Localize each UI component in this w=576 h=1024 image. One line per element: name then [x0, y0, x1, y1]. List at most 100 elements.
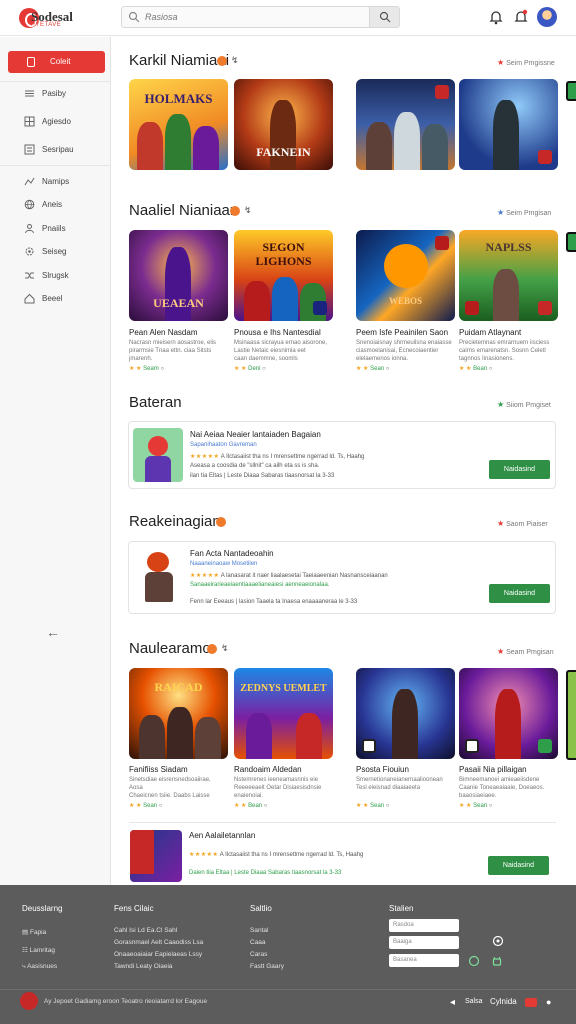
scroll-next-button[interactable] — [566, 232, 576, 252]
tile-title: RAICAD — [154, 680, 203, 694]
sidebar-item-label: Seiseg — [42, 247, 67, 256]
game-tile-3[interactable] — [356, 79, 455, 170]
install-button[interactable]: Naidasind — [489, 584, 550, 603]
sidebar-item-4[interactable]: Aneis — [0, 195, 110, 215]
game-tile-9[interactable]: RAICAD — [129, 668, 228, 759]
footer-link[interactable]: Tawndi Leaty Oiaeia — [114, 963, 173, 970]
footer-link[interactable]: Onaaeoaiaiar Eapielaeas Lssy — [114, 951, 202, 958]
user-icon[interactable]: ● — [546, 997, 551, 1007]
footer-link[interactable]: Caras — [250, 951, 267, 958]
gamepad-icon[interactable] — [492, 935, 504, 947]
section-link[interactable]: ★ Seim Pmgisan — [497, 208, 551, 217]
game-tile-2[interactable]: FAKNEIN — [234, 79, 333, 170]
sidebar-item-8[interactable]: Beeel — [0, 289, 110, 309]
footer-link[interactable]: Cahl Isi Ld Ea.Cl Sahl — [114, 927, 177, 934]
game-title[interactable]: Puidam Atlaynant — [459, 328, 521, 337]
game-title[interactable]: Pasaii Nia pillaigan — [459, 765, 527, 774]
section-link[interactable]: ★ Saom Piaiser — [497, 519, 548, 528]
footer-link[interactable]: Santal — [250, 927, 268, 934]
star-icon: ★ — [497, 519, 505, 528]
install-button[interactable]: Naidasind — [489, 460, 550, 479]
card-thumbnail — [133, 428, 183, 482]
sidebar-item-active[interactable]: Coleit — [8, 51, 105, 73]
section-link[interactable]: ★ Seim Pmgissne — [497, 58, 555, 67]
game-title[interactable]: Peem Isfe Peainilen Saon — [356, 328, 448, 337]
game-tile-10[interactable]: ZEDNYS UEMLET — [234, 668, 333, 759]
game-tile-7[interactable]: WEBOS — [356, 230, 455, 321]
game-tile-11[interactable] — [356, 668, 455, 759]
game-title[interactable]: Fanifiiss Siadam — [129, 765, 188, 774]
card-publisher[interactable]: Naaaneinaoaw Mosetilen — [190, 561, 257, 567]
tile-title: UEAEAN — [153, 296, 204, 310]
sidebar-item-5[interactable]: Pnaiils — [0, 219, 110, 239]
game-tile-1[interactable]: HOLMAKS — [129, 79, 228, 170]
sidebar-item-1[interactable]: Agiesdo — [0, 112, 110, 132]
tile-title: HOLMAKS — [144, 91, 213, 106]
game-title[interactable]: Psosta Fiouiun — [356, 765, 409, 774]
divider — [0, 81, 110, 82]
sidebar-item-2[interactable]: Sesripau — [0, 140, 110, 160]
game-tile-6[interactable]: SEGON LIGHONS — [234, 230, 333, 321]
game-tile-12[interactable] — [459, 668, 558, 759]
search-box[interactable]: Rasiosa — [121, 6, 400, 28]
footer-link[interactable]: Caaa — [250, 939, 266, 946]
footer-link[interactable]: ☷ Lamritag — [22, 946, 55, 954]
scroll-next-button[interactable] — [566, 670, 576, 760]
section-link[interactable]: ★ Siiom Pmgiset — [497, 400, 551, 409]
featured-card[interactable]: Fan Acta Nantadeoahin Naaaneinaoaw Moset… — [128, 541, 556, 614]
footer-input[interactable]: Basanea — [389, 954, 459, 967]
refresh-icon[interactable] — [468, 955, 480, 967]
card-thumbnail — [137, 548, 181, 608]
footer: Deusslarng ▤ Fapia ☷ Lamritag ⤷ Aasisnue… — [0, 885, 576, 1024]
game-description: Smernetionaneianernaalioonean Tesl eieisn… — [356, 777, 443, 791]
footer-link[interactable]: ⤷ Aasisnues — [22, 963, 57, 971]
footer-input[interactable]: Baaiga — [389, 936, 459, 949]
game-tile-5[interactable]: UEAEAN — [129, 230, 228, 321]
sidebar-item-7[interactable]: Slrugsk — [0, 266, 110, 286]
character-figure — [137, 122, 163, 170]
share-icon[interactable]: ◂ — [450, 997, 455, 1008]
game-title[interactable]: Pnousa e Ihs Nantesdial — [234, 328, 321, 337]
tile-badge-icon — [538, 150, 552, 164]
footer-input[interactable]: Rasdoa — [389, 919, 459, 932]
card-description: Aseasa a coosdia de "sllnit" ca ailh eta… — [190, 463, 320, 469]
tile-title: WEBOS — [388, 296, 422, 306]
sidebar-item-6[interactable]: Seiseg — [0, 242, 110, 262]
star-icon: ★ — [497, 400, 505, 409]
featured-card[interactable]: Nai Aeiaa Neaier lantaiaden Bagaian Sapa… — [128, 421, 556, 489]
star-icon: ★ — [497, 647, 505, 656]
footer-label[interactable]: Salsa — [465, 998, 483, 1005]
section-link[interactable]: ★ Seam Pmgisan — [497, 647, 554, 656]
game-title[interactable]: Randoaim Aldedan — [234, 765, 302, 774]
game-tile-4[interactable] — [459, 79, 558, 170]
user-icon — [25, 224, 34, 234]
card-publisher[interactable]: Sapanihaaton Gavreman — [190, 442, 257, 448]
search-button[interactable] — [369, 7, 399, 27]
footer-link[interactable]: Fastt Gaary — [250, 963, 284, 970]
install-button[interactable]: Naidasind — [488, 856, 549, 875]
character-figure — [139, 715, 165, 759]
footer-label[interactable]: Cylnida — [490, 997, 517, 1006]
footer-logo-icon[interactable] — [20, 992, 38, 1010]
footer-link[interactable]: ▤ Fapia — [22, 928, 46, 936]
sidebar: Coleit Pasiby Agiesdo Sesripau Namips An… — [0, 37, 111, 885]
game-tile-8[interactable]: NAPLSS — [459, 230, 558, 321]
share-icon: ⤷ — [22, 963, 26, 970]
section-link-label: Siiom Pmgiset — [506, 402, 551, 409]
sidebar-item-3[interactable]: Namips — [0, 172, 110, 192]
search-input[interactable]: Rasiosa — [145, 12, 178, 22]
game-title[interactable]: Pean Alen Nasdam — [129, 328, 198, 337]
featured-card[interactable]: Aen Aalailetannlan ★★★★★ A Ilctasaiist t… — [128, 828, 556, 884]
avatar[interactable] — [537, 7, 557, 27]
chat-icon: ▤ — [22, 929, 29, 936]
notification-icon[interactable] — [514, 9, 528, 25]
scroll-next-button[interactable] — [566, 81, 576, 101]
tile-badge-icon — [435, 85, 449, 99]
game-rating: ★ ★ Sean ○ — [356, 366, 390, 372]
footer-link[interactable]: Gorasnmael Aelt Caaodiss Lsa — [114, 939, 203, 946]
back-arrow-icon[interactable]: ← — [46, 624, 60, 640]
bell-icon[interactable] — [489, 9, 503, 25]
sparkle-icon: ↯ — [221, 643, 229, 653]
sidebar-item-0[interactable]: Pasiby — [0, 84, 110, 104]
android-icon[interactable] — [491, 955, 503, 967]
